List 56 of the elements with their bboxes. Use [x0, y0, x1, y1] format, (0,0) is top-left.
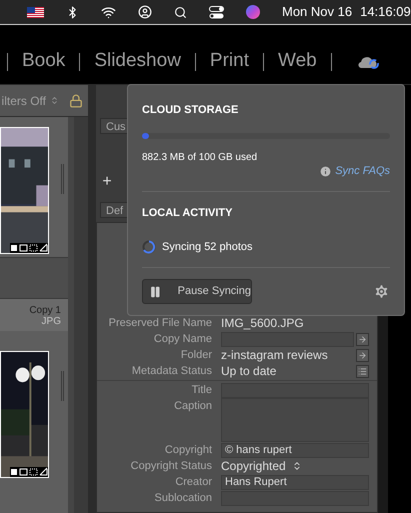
assistant-icon[interactable]	[246, 5, 260, 19]
status-button[interactable]	[356, 364, 369, 378]
toggles-icon[interactable]	[209, 6, 224, 18]
module-tab[interactable]: Print	[202, 47, 256, 76]
input-field[interactable]: Hans Rupert	[221, 475, 369, 490]
field-label: Sublocation	[154, 491, 212, 506]
field-label: Copyright Status	[130, 459, 212, 474]
filmstrip-cell[interactable]	[0, 257, 68, 299]
go-button[interactable]	[356, 348, 369, 362]
field-label: Preserved File Name	[108, 316, 212, 331]
section-title: CLOUD STORAGE	[142, 103, 240, 117]
field-label: Copy Name	[152, 332, 212, 347]
menu-date[interactable]: Mon Nov 16	[282, 2, 352, 22]
field-label: Creator	[174, 475, 212, 490]
spinner-icon	[142, 240, 156, 254]
search-icon[interactable]	[174, 6, 187, 18]
go-button[interactable]	[356, 332, 369, 346]
input-field[interactable]: © hans rupert	[221, 443, 369, 458]
lock-icon[interactable]	[69, 94, 83, 108]
field-value: Up to date	[221, 363, 278, 379]
file-type: JPG	[42, 316, 61, 327]
module-tab[interactable]: Slideshow	[87, 47, 188, 76]
cloud-sync-icon[interactable]	[358, 54, 380, 68]
thumbnail-cell[interactable]	[0, 331, 68, 513]
menu-time[interactable]: 14:16:09	[360, 2, 411, 22]
arrow-icon	[358, 334, 367, 344]
settings-icon[interactable]	[373, 283, 390, 300]
chevrons-icon[interactable]	[50, 96, 59, 105]
pause-icon	[149, 284, 162, 298]
storage-usage: 882.3 MB of 100 GB used	[142, 151, 258, 164]
copy-label: Copy 1	[29, 305, 61, 316]
module-tab[interactable]: Web	[271, 47, 324, 76]
module-tab[interactable]: Book	[15, 47, 72, 76]
info-icon	[319, 165, 332, 178]
status-select[interactable]: Copyrighted	[221, 458, 302, 474]
field-label: Caption	[173, 399, 212, 414]
thumbnail-cell[interactable]	[0, 117, 68, 257]
field-label: Copyright	[164, 443, 212, 458]
section-title: LOCAL ACTIVITY	[142, 206, 234, 220]
badge-strip-drawing	[10, 243, 48, 253]
field-value: z-instagram reviews	[221, 347, 329, 363]
list-icon	[358, 366, 367, 376]
bluetooth-icon[interactable]	[66, 6, 79, 18]
arrow-icon	[358, 350, 367, 360]
field-label: Title	[190, 383, 212, 398]
wifi-icon[interactable]	[101, 4, 116, 20]
chevrons-icon	[292, 461, 302, 471]
field-label: Folder	[180, 348, 212, 363]
field-label: Metadata Status	[130, 364, 212, 379]
flag-icon[interactable]	[27, 6, 44, 18]
badge-strip-drawing	[10, 467, 48, 477]
add-button[interactable]: +	[100, 174, 114, 190]
user-icon[interactable]	[138, 5, 152, 19]
pause-button[interactable]: Pause Syncing	[142, 279, 252, 304]
field-value: IMG_5600.JPG	[221, 315, 305, 331]
sync-status: Syncing 52 photos	[162, 240, 253, 255]
